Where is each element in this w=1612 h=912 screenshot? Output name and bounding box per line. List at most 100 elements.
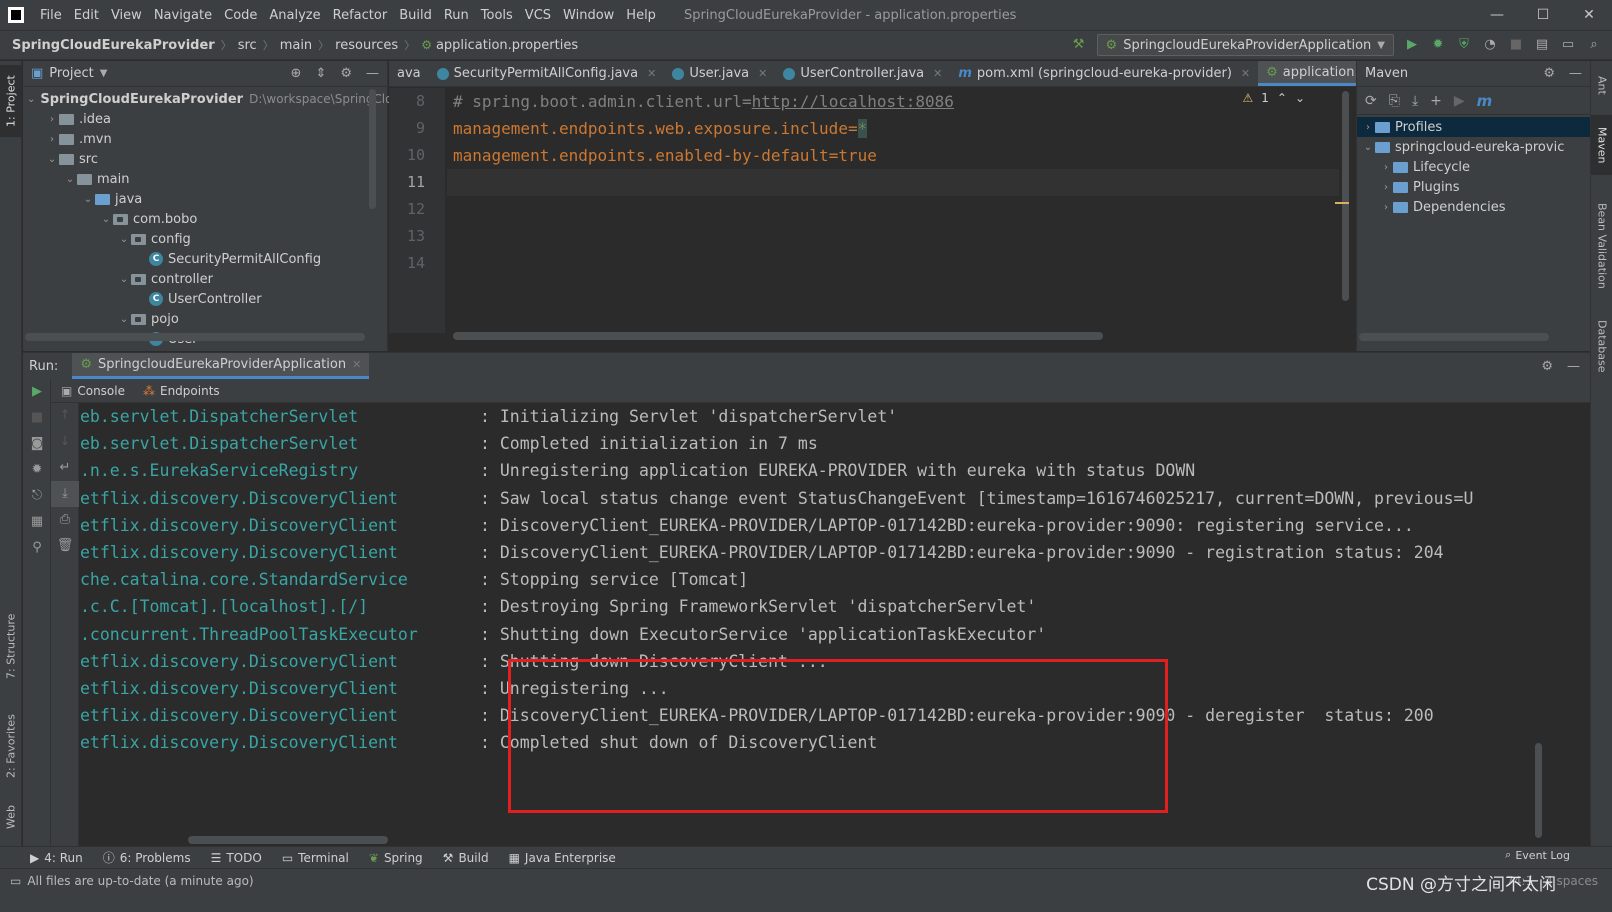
tree-item-java[interactable]: ⌄ java bbox=[23, 189, 387, 209]
tool-problems[interactable]: ⓘ 6: Problems bbox=[103, 849, 191, 866]
menu-window[interactable]: Window bbox=[557, 8, 620, 23]
breadcrumb-src[interactable]: src bbox=[238, 38, 257, 53]
maven-item-dependencies[interactable]: › Dependencies bbox=[1357, 197, 1590, 217]
scroll-to-end-icon[interactable]: ⤓ bbox=[51, 481, 79, 507]
code-line-8[interactable]: # spring.boot.admin.client.url=http://lo… bbox=[447, 88, 1339, 115]
maximize-button[interactable]: ☐ bbox=[1520, 7, 1566, 23]
rerun-icon[interactable]: ▶ bbox=[23, 379, 51, 405]
tree-item-mvn[interactable]: › .mvn bbox=[23, 129, 387, 149]
tool-tab-project[interactable]: 1: Project bbox=[0, 65, 22, 137]
run-icon[interactable]: ▶ bbox=[1454, 93, 1465, 109]
tool-terminal[interactable]: ▭ Terminal bbox=[282, 851, 349, 865]
tool-tab-database[interactable]: Database bbox=[1591, 311, 1612, 381]
close-icon[interactable]: ✕ bbox=[933, 67, 942, 80]
tool-java-enterprise[interactable]: ▦ Java Enterprise bbox=[509, 851, 616, 865]
stop-icon[interactable]: ■ bbox=[1508, 37, 1524, 53]
tree-item-pojo[interactable]: ⌄ pojo bbox=[23, 309, 387, 329]
stop-icon[interactable]: ■ bbox=[23, 405, 51, 431]
print-icon[interactable]: ⎙ bbox=[51, 507, 79, 533]
locate-icon[interactable]: ⊕ bbox=[291, 66, 302, 81]
tree-item-class[interactable]: C UserController bbox=[23, 289, 387, 309]
tab-user[interactable]: User.java ✕ bbox=[664, 61, 775, 86]
code-line-11[interactable] bbox=[447, 169, 1339, 196]
hammer-icon[interactable]: ⚒ bbox=[1071, 37, 1087, 53]
menu-help[interactable]: Help bbox=[620, 8, 662, 23]
breadcrumb-main[interactable]: main bbox=[280, 38, 312, 53]
menu-edit[interactable]: Edit bbox=[68, 8, 105, 23]
soft-wrap-icon[interactable]: ↵ bbox=[51, 455, 79, 481]
tab-security-config[interactable]: SecurityPermitAllConfig.java ✕ bbox=[429, 61, 665, 86]
hide-icon[interactable]: — bbox=[1569, 66, 1582, 81]
tool-spring[interactable]: ❦ Spring bbox=[369, 851, 423, 865]
camera-icon[interactable]: ◙ bbox=[23, 431, 51, 457]
run-tab[interactable]: ⚙ SpringcloudEurekaProviderApplication ✕ bbox=[72, 353, 370, 379]
chevron-up-icon[interactable]: ⌃ bbox=[1277, 91, 1287, 105]
gear-icon[interactable]: ⚙ bbox=[1543, 66, 1555, 81]
chevron-down-icon[interactable]: ⌄ bbox=[1295, 91, 1305, 105]
run-icon[interactable]: ▶ bbox=[1404, 37, 1420, 53]
menu-file[interactable]: File bbox=[34, 8, 68, 23]
breadcrumb-resources[interactable]: resources bbox=[335, 38, 398, 53]
project-structure-icon[interactable]: ▤ bbox=[1534, 37, 1550, 53]
console-vertical-scrollbar[interactable] bbox=[1535, 743, 1542, 838]
menu-view[interactable]: View bbox=[105, 8, 148, 23]
tool-todo[interactable]: ☰ TODO bbox=[211, 851, 262, 865]
maven-goal-icon[interactable]: m bbox=[1477, 92, 1493, 110]
subtab-endpoints[interactable]: ⁂ Endpoints bbox=[143, 384, 220, 398]
code-line-9[interactable]: management.endpoints.web.exposure.includ… bbox=[447, 115, 1339, 142]
tree-item-config[interactable]: ⌄ config bbox=[23, 229, 387, 249]
project-horizontal-scrollbar[interactable] bbox=[25, 333, 365, 341]
tool-tab-structure[interactable]: 7: Structure bbox=[0, 601, 22, 691]
exit-icon[interactable]: ⎋ bbox=[23, 483, 51, 509]
tree-item-package[interactable]: ⌄ com.bobo bbox=[23, 209, 387, 229]
menu-analyze[interactable]: Analyze bbox=[263, 8, 326, 23]
editor-vertical-scrollbar[interactable] bbox=[1342, 91, 1349, 301]
layout-icon[interactable]: ▦ bbox=[23, 509, 51, 535]
tab-pom[interactable]: m pom.xml (springcloud-eureka-provider) … bbox=[950, 61, 1258, 86]
coverage-icon[interactable]: ⛨ bbox=[1456, 37, 1472, 53]
add-icon[interactable]: + bbox=[1430, 93, 1442, 109]
event-log-button[interactable]: ⌕ Event Log bbox=[1505, 848, 1570, 862]
hide-icon[interactable]: — bbox=[1567, 359, 1580, 374]
close-icon[interactable]: ✕ bbox=[1241, 67, 1250, 80]
close-icon[interactable]: ✕ bbox=[352, 358, 361, 371]
gear-icon[interactable]: ⚙ bbox=[340, 66, 352, 81]
editor-horizontal-scrollbar[interactable] bbox=[453, 332, 1103, 340]
tab-ava[interactable]: ava bbox=[389, 61, 429, 86]
tool-build[interactable]: ⚒ Build bbox=[443, 851, 489, 865]
menu-code[interactable]: Code bbox=[218, 8, 263, 23]
tab-user-controller[interactable]: UserController.java ✕ bbox=[775, 61, 950, 86]
hide-icon[interactable]: — bbox=[366, 66, 379, 81]
tool-tab-favorites[interactable]: 2: Favorites bbox=[0, 701, 22, 791]
console-horizontal-scrollbar[interactable] bbox=[188, 836, 388, 844]
menu-run[interactable]: Run bbox=[438, 8, 475, 23]
tree-item-class[interactable]: C SecurityPermitAllConfig bbox=[23, 249, 387, 269]
menu-tools[interactable]: Tools bbox=[475, 8, 519, 23]
inspection-widget[interactable]: ⚠ 1 ⌃ ⌄ bbox=[1242, 91, 1305, 105]
maven-item-profiles[interactable]: › Profiles bbox=[1357, 117, 1590, 137]
code-line-12[interactable] bbox=[447, 196, 1339, 223]
console-output[interactable]: eb.servlet.DispatcherServlet: Initializi… bbox=[80, 403, 1580, 846]
reload-icon[interactable]: ⟳ bbox=[1365, 93, 1377, 109]
code-line-13[interactable] bbox=[447, 223, 1339, 250]
tree-item-controller[interactable]: ⌄ controller bbox=[23, 269, 387, 289]
comment-url[interactable]: http://localhost:8086 bbox=[752, 92, 954, 111]
breadcrumb-file[interactable]: application.properties bbox=[436, 38, 578, 53]
arrow-down-icon[interactable]: ↓ bbox=[51, 429, 79, 455]
menu-build[interactable]: Build bbox=[393, 8, 438, 23]
menu-vcs[interactable]: VCS bbox=[519, 8, 557, 23]
maven-item-plugins[interactable]: › Plugins bbox=[1357, 177, 1590, 197]
debug-icon[interactable]: ✹ bbox=[23, 457, 51, 483]
maven-item-lifecycle[interactable]: › Lifecycle bbox=[1357, 157, 1590, 177]
tree-item-idea[interactable]: › .idea bbox=[23, 109, 387, 129]
code-line-10[interactable]: management.endpoints.enabled-by-default=… bbox=[447, 142, 1339, 169]
menu-refactor[interactable]: Refactor bbox=[327, 8, 394, 23]
debug-icon[interactable]: ✹ bbox=[1430, 37, 1446, 53]
tool-run[interactable]: ▶ 4: Run bbox=[30, 851, 83, 865]
tree-item-src[interactable]: ⌄ src bbox=[23, 149, 387, 169]
chevron-down-icon[interactable]: ▼ bbox=[100, 68, 108, 79]
project-vertical-scrollbar[interactable] bbox=[369, 89, 376, 209]
gear-icon[interactable]: ⚙ bbox=[1541, 359, 1553, 374]
collapse-all-icon[interactable]: ⇕ bbox=[315, 66, 326, 81]
trash-icon[interactable]: 🗑 bbox=[51, 533, 79, 559]
